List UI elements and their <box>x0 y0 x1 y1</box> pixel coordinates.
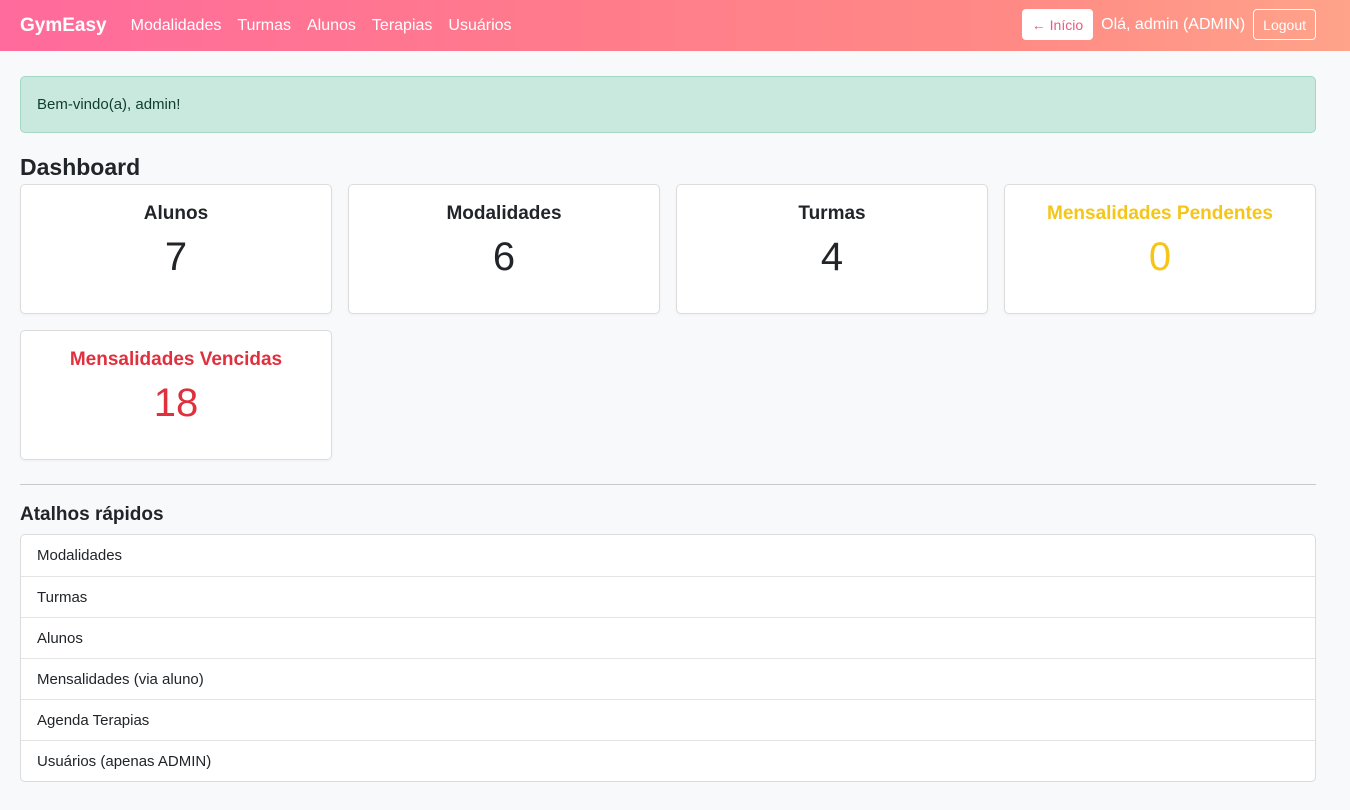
nav-link-alunos[interactable]: Alunos <box>307 17 356 35</box>
shortcuts-list: Modalidades Turmas Alunos Mensalidades (… <box>20 534 1316 782</box>
shortcut-agenda-terapias[interactable]: Agenda Terapias <box>21 699 1315 740</box>
stat-card-title: Alunos <box>143 203 209 224</box>
stat-card-mensalidades-vencidas: Mensalidades Vencidas 18 <box>20 330 332 460</box>
top-navbar: GymEasy Modalidades Turmas Alunos Terapi… <box>0 0 1350 51</box>
inicio-button[interactable]: ← Início <box>1021 9 1094 40</box>
stat-card-mensalidades-pendentes: Mensalidades Pendentes 0 <box>1004 184 1316 314</box>
shortcut-alunos[interactable]: Alunos <box>21 617 1315 658</box>
shortcut-modalidades[interactable]: Modalidades <box>21 535 1315 576</box>
shortcut-usuarios[interactable]: Usuários (apenas ADMIN) <box>21 740 1315 781</box>
nav-links: Modalidades Turmas Alunos Terapias Usuár… <box>131 17 512 35</box>
nav-link-terapias[interactable]: Terapias <box>372 17 432 35</box>
shortcut-turmas[interactable]: Turmas <box>21 576 1315 617</box>
page-title: Dashboard <box>20 154 141 180</box>
section-divider <box>20 484 1316 485</box>
stat-card-value: 7 <box>164 235 188 279</box>
stat-card-value: 0 <box>1148 235 1172 279</box>
nav-right: ← Início Olá, admin (ADMIN) Logout <box>1021 9 1316 40</box>
stat-card-alunos: Alunos 7 <box>20 184 332 314</box>
stat-card-turmas: Turmas 4 <box>676 184 988 314</box>
stat-card-title: Mensalidades Vencidas <box>69 349 283 370</box>
shortcut-mensalidades[interactable]: Mensalidades (via aluno) <box>21 658 1315 699</box>
welcome-alert-text: Bem-vindo(a), admin! <box>37 96 181 113</box>
nav-link-turmas[interactable]: Turmas <box>237 17 291 35</box>
stat-card-title: Modalidades <box>446 203 562 224</box>
stat-card-value: 4 <box>820 235 844 279</box>
main-content: Bem-vindo(a), admin! Dashboard Alunos 7 … <box>0 76 1350 782</box>
stat-cards: Alunos 7 Modalidades 6 Turmas 4 Mensalid… <box>20 184 1316 460</box>
nav-link-modalidades[interactable]: Modalidades <box>131 17 222 35</box>
stat-card-value: 18 <box>153 381 199 425</box>
stat-card-value: 6 <box>492 235 516 279</box>
welcome-alert: Bem-vindo(a), admin! <box>20 76 1316 133</box>
stat-card-title: Turmas <box>798 203 866 224</box>
user-greeting: Olá, admin (ADMIN) <box>1101 15 1246 33</box>
shortcuts-title: Atalhos rápidos <box>20 504 164 525</box>
logout-button[interactable]: Logout <box>1253 9 1316 40</box>
nav-link-usuarios[interactable]: Usuários <box>448 17 511 35</box>
stat-card-modalidades: Modalidades 6 <box>348 184 660 314</box>
brand-logo[interactable]: GymEasy <box>20 15 107 37</box>
stat-card-title: Mensalidades Pendentes <box>1047 203 1273 224</box>
